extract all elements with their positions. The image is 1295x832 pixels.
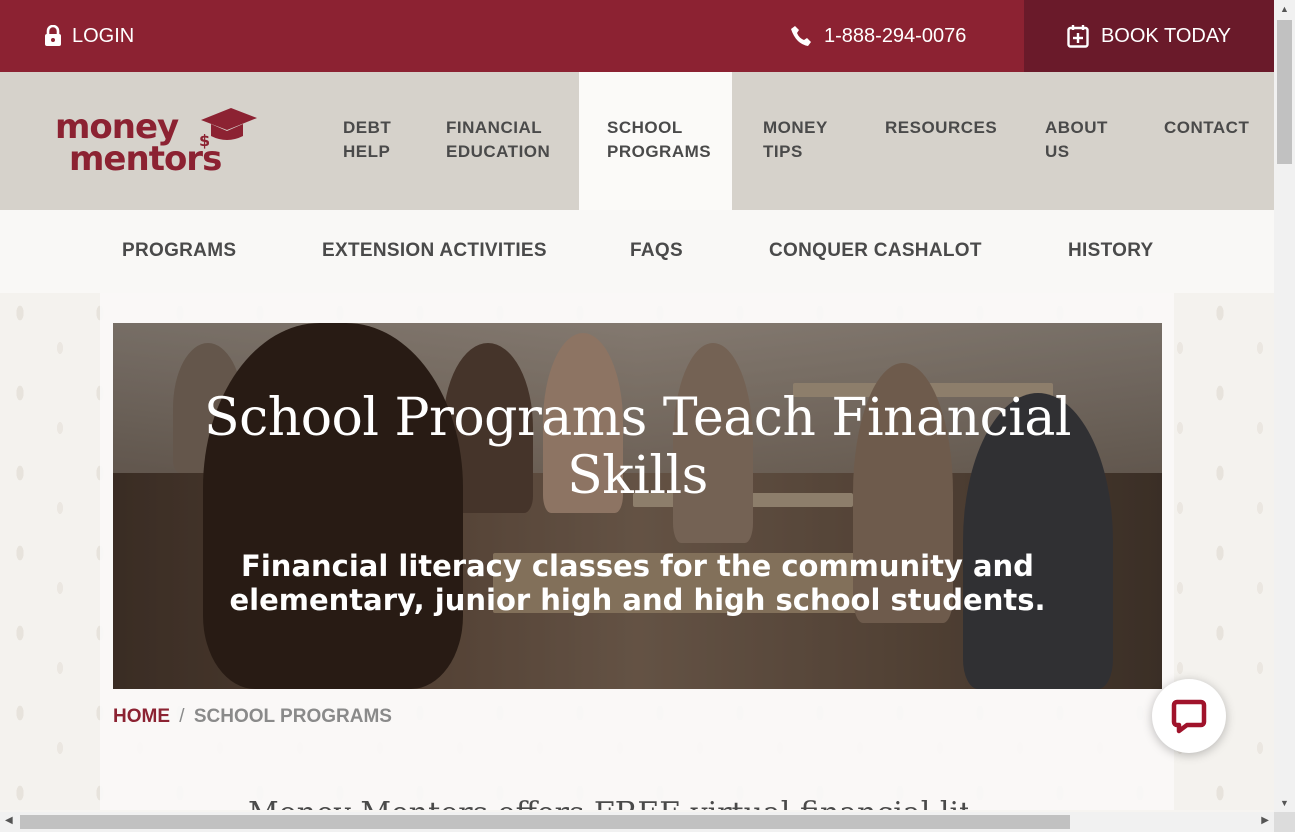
hero-subtitle-line2: elementary, junior high and high school …: [229, 583, 1046, 617]
nav-money-tips-line2: TIPS: [763, 142, 803, 161]
intro-partial-text: Money Mentors offers FREE virtual financ…: [248, 796, 968, 810]
nav-financial-education[interactable]: FINANCIAL EDUCATION: [446, 116, 550, 164]
breadcrumb-current: SCHOOL PROGRAMS: [193, 706, 392, 727]
book-today-label: BOOK TODAY: [1100, 24, 1232, 47]
nav-debt-help[interactable]: DEBT HELP: [343, 116, 391, 164]
nav-school-programs-line1: SCHOOL: [607, 118, 683, 137]
scrollbar-corner: [1274, 812, 1295, 832]
intro-paragraph: Money Mentors offers FREE virtual financ…: [248, 796, 968, 810]
subnav-history[interactable]: HISTORY: [1068, 240, 1154, 262]
chat-bubble-icon: [1171, 699, 1207, 734]
hero-subtitle: Financial literacy classes for the commu…: [113, 549, 1162, 617]
nav-about-us-line1: ABOUT: [1045, 118, 1108, 137]
sub-navigation: PROGRAMS EXTENSION ACTIVITIES FAQS CONQU…: [0, 210, 1274, 293]
nav-money-tips[interactable]: MONEY TIPS: [763, 116, 828, 164]
hero-title-line2: Skills: [567, 446, 708, 506]
phone-icon: [791, 26, 811, 46]
main-navigation: money mentors $ DEBT HELP FINANCIAL EDUC…: [0, 72, 1274, 210]
breadcrumb: HOME / SCHOOL PROGRAMS: [113, 706, 392, 728]
book-today-button[interactable]: BOOK TODAY: [1024, 0, 1274, 72]
hero-title: School Programs Teach Financial Skills: [113, 389, 1162, 505]
scroll-down-arrow-icon[interactable]: ▼: [1280, 798, 1289, 808]
phone-link[interactable]: 1-888-294-0076: [790, 24, 966, 48]
scroll-right-arrow-icon[interactable]: ▶: [1261, 815, 1269, 826]
hero-overlay: [113, 323, 1162, 689]
breadcrumb-home[interactable]: HOME: [113, 706, 170, 727]
subnav-faqs[interactable]: FAQS: [630, 240, 683, 262]
horizontal-scroll-thumb[interactable]: [20, 815, 1070, 829]
hero-title-line1: School Programs Teach Financial: [204, 388, 1071, 448]
money-mentors-logo[interactable]: money mentors $: [55, 106, 265, 178]
lock-icon: [45, 25, 61, 46]
calendar-plus-icon: [1067, 25, 1089, 48]
hero-banner: School Programs Teach Financial Skills F…: [113, 323, 1162, 689]
nav-resources-label: RESOURCES: [885, 118, 998, 137]
login-label: LOGIN: [72, 24, 135, 47]
login-link[interactable]: LOGIN: [44, 24, 134, 48]
nav-financial-education-line1: FINANCIAL: [446, 118, 543, 137]
vertical-scroll-thumb[interactable]: [1277, 20, 1292, 164]
svg-text:$: $: [199, 131, 210, 150]
vertical-scrollbar[interactable]: ▲ ▼: [1274, 0, 1295, 812]
nav-debt-help-line1: DEBT: [343, 118, 392, 137]
nav-about-us[interactable]: ABOUT US: [1045, 116, 1108, 164]
nav-debt-help-line2: HELP: [343, 142, 391, 161]
phone-number: 1-888-294-0076: [824, 24, 967, 47]
breadcrumb-separator: /: [179, 706, 185, 727]
nav-resources[interactable]: RESOURCES: [885, 116, 997, 140]
subnav-conquer-cashalot[interactable]: CONQUER CASHALOT: [769, 240, 982, 262]
nav-about-us-line2: US: [1045, 142, 1070, 161]
nav-contact[interactable]: CONTACT: [1164, 116, 1249, 140]
subnav-programs[interactable]: PROGRAMS: [122, 240, 236, 262]
horizontal-scrollbar[interactable]: ◀ ▶: [0, 812, 1274, 832]
nav-financial-education-line2: EDUCATION: [446, 142, 551, 161]
nav-school-programs[interactable]: SCHOOL PROGRAMS: [579, 72, 732, 210]
scroll-left-arrow-icon[interactable]: ◀: [5, 815, 13, 826]
nav-contact-label: CONTACT: [1164, 118, 1250, 137]
nav-school-programs-line2: PROGRAMS: [607, 142, 712, 161]
scroll-up-arrow-icon[interactable]: ▲: [1280, 4, 1289, 14]
top-bar: LOGIN 1-888-294-0076 BOOK TODAY: [0, 0, 1274, 72]
hero-subtitle-line1: Financial literacy classes for the commu…: [241, 549, 1034, 583]
subnav-extension-activities[interactable]: EXTENSION ACTIVITIES: [322, 240, 547, 262]
chat-button[interactable]: [1152, 679, 1226, 753]
nav-money-tips-line1: MONEY: [763, 118, 828, 137]
graduation-cap-icon: $: [199, 108, 257, 150]
